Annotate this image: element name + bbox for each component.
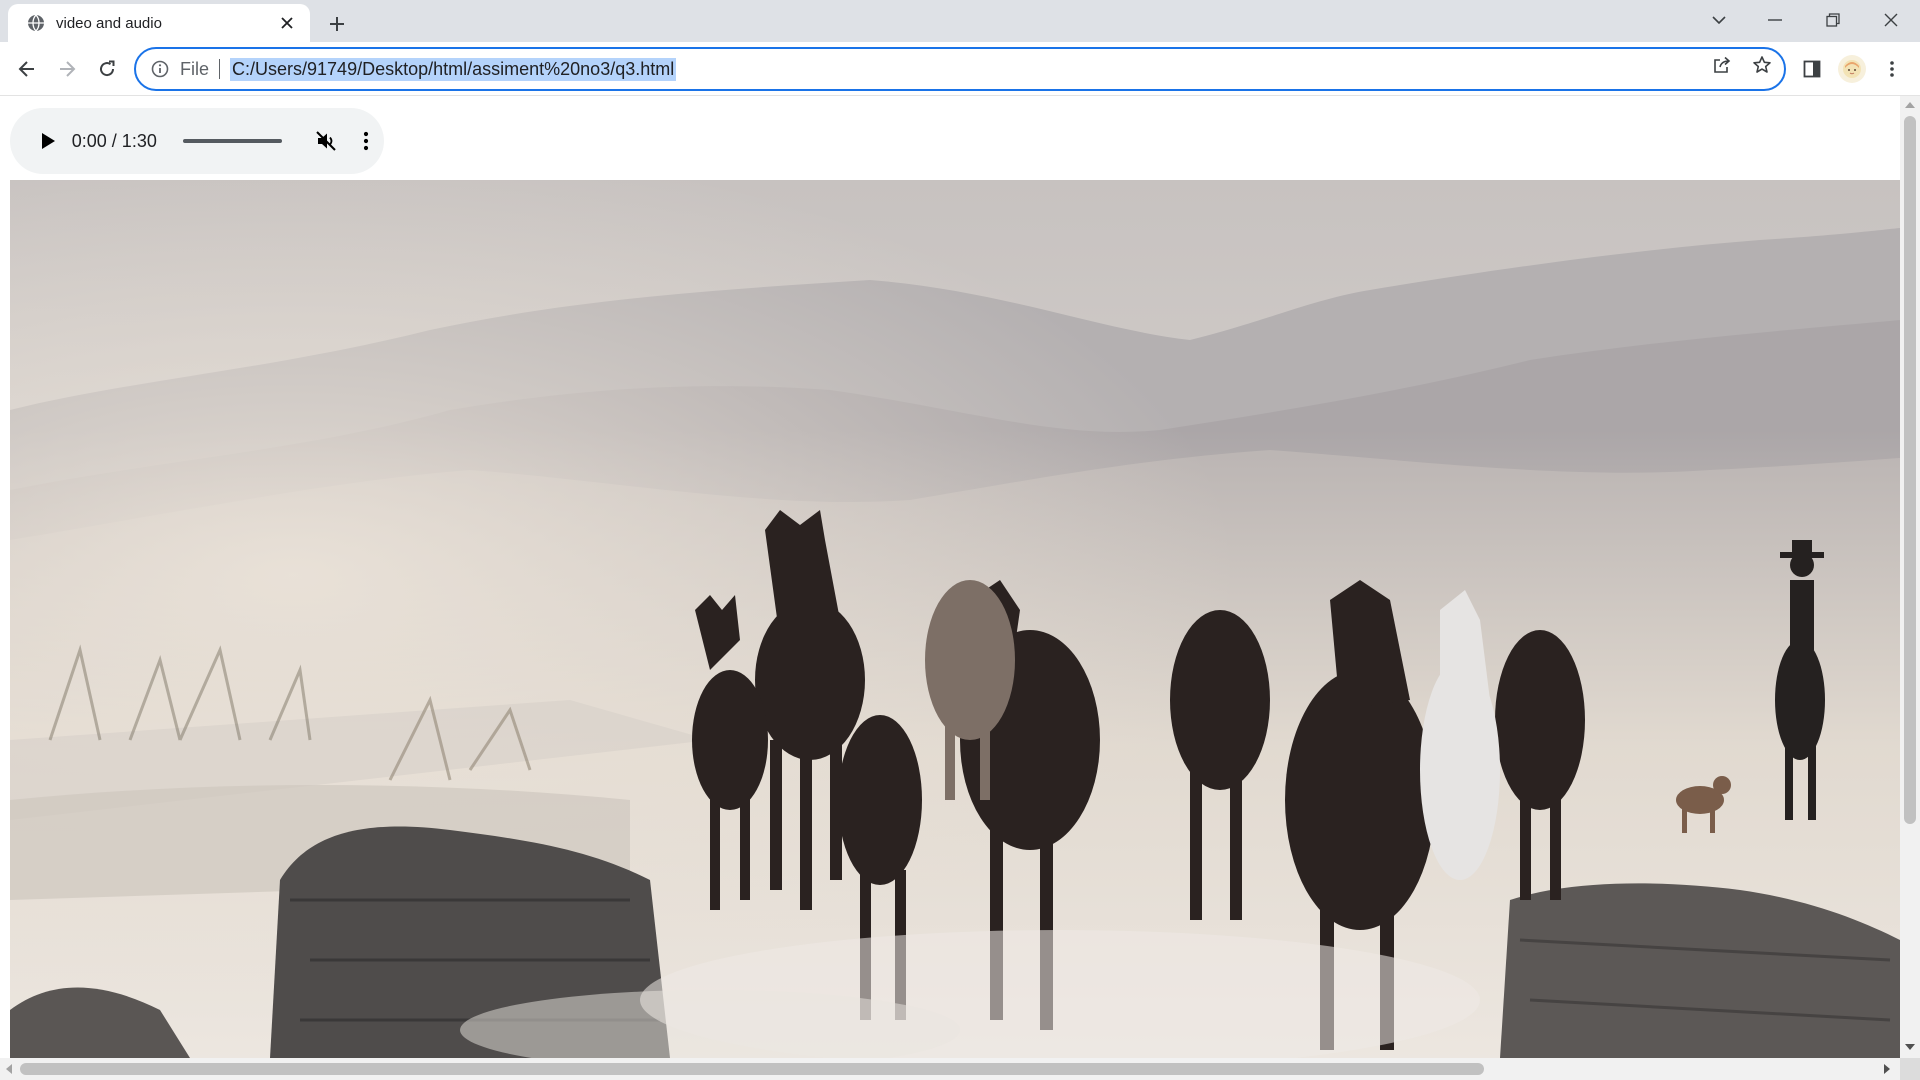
scroll-right-arrow-icon[interactable] xyxy=(1884,1064,1890,1074)
tab-close-icon[interactable] xyxy=(276,12,298,34)
tab-title: video and audio xyxy=(56,14,162,32)
bookmark-star-icon[interactable] xyxy=(1749,52,1775,78)
new-tab-icon[interactable] xyxy=(322,9,352,39)
vertical-scroll-thumb[interactable] xyxy=(1904,116,1916,824)
play-icon[interactable] xyxy=(30,123,66,159)
back-icon[interactable] xyxy=(11,53,43,85)
url-text[interactable]: C:/Users/91749/Desktop/html/assiment%20n… xyxy=(230,57,677,81)
globe-icon xyxy=(26,13,46,33)
browser-tab[interactable]: video and audio xyxy=(8,4,310,42)
page-viewport: 0:00 / 1:30 xyxy=(0,96,1900,1058)
restore-icon[interactable] xyxy=(1808,0,1858,40)
share-icon[interactable] xyxy=(1709,52,1735,78)
url-separator xyxy=(219,59,221,79)
video-frame xyxy=(10,180,1900,1058)
side-panel-icon[interactable] xyxy=(1796,53,1828,85)
audio-player[interactable]: 0:00 / 1:30 xyxy=(10,108,384,174)
muted-speaker-icon[interactable] xyxy=(308,123,344,159)
scroll-up-arrow-icon[interactable] xyxy=(1905,102,1915,108)
video-player[interactable] xyxy=(10,180,1900,1058)
horizontal-scroll-thumb[interactable] xyxy=(20,1063,1484,1075)
browser-toolbar: File C:/Users/91749/Desktop/html/assimen… xyxy=(0,42,1920,96)
scroll-down-arrow-icon[interactable] xyxy=(1905,1044,1915,1050)
tab-strip: video and audio xyxy=(0,0,1920,42)
scrollbar-corner xyxy=(1900,1058,1920,1080)
address-bar[interactable]: File C:/Users/91749/Desktop/html/assimen… xyxy=(134,47,1786,91)
tab-search-icon[interactable] xyxy=(1694,0,1744,40)
close-icon[interactable] xyxy=(1866,0,1916,40)
more-options-icon[interactable] xyxy=(348,123,384,159)
audio-seek-bar[interactable] xyxy=(183,139,283,143)
vertical-scrollbar[interactable] xyxy=(1900,96,1920,1058)
site-info-icon[interactable] xyxy=(150,59,170,79)
browser-menu-icon[interactable] xyxy=(1876,53,1908,85)
forward-icon xyxy=(51,53,83,85)
horizontal-scrollbar[interactable] xyxy=(0,1058,1900,1080)
audio-time-display: 0:00 / 1:30 xyxy=(71,130,157,151)
url-scheme-label: File xyxy=(180,58,210,79)
profile-avatar[interactable] xyxy=(1838,55,1866,83)
minimize-icon[interactable] xyxy=(1750,0,1800,40)
scroll-left-arrow-icon[interactable] xyxy=(6,1064,12,1074)
reload-icon[interactable] xyxy=(91,53,123,85)
